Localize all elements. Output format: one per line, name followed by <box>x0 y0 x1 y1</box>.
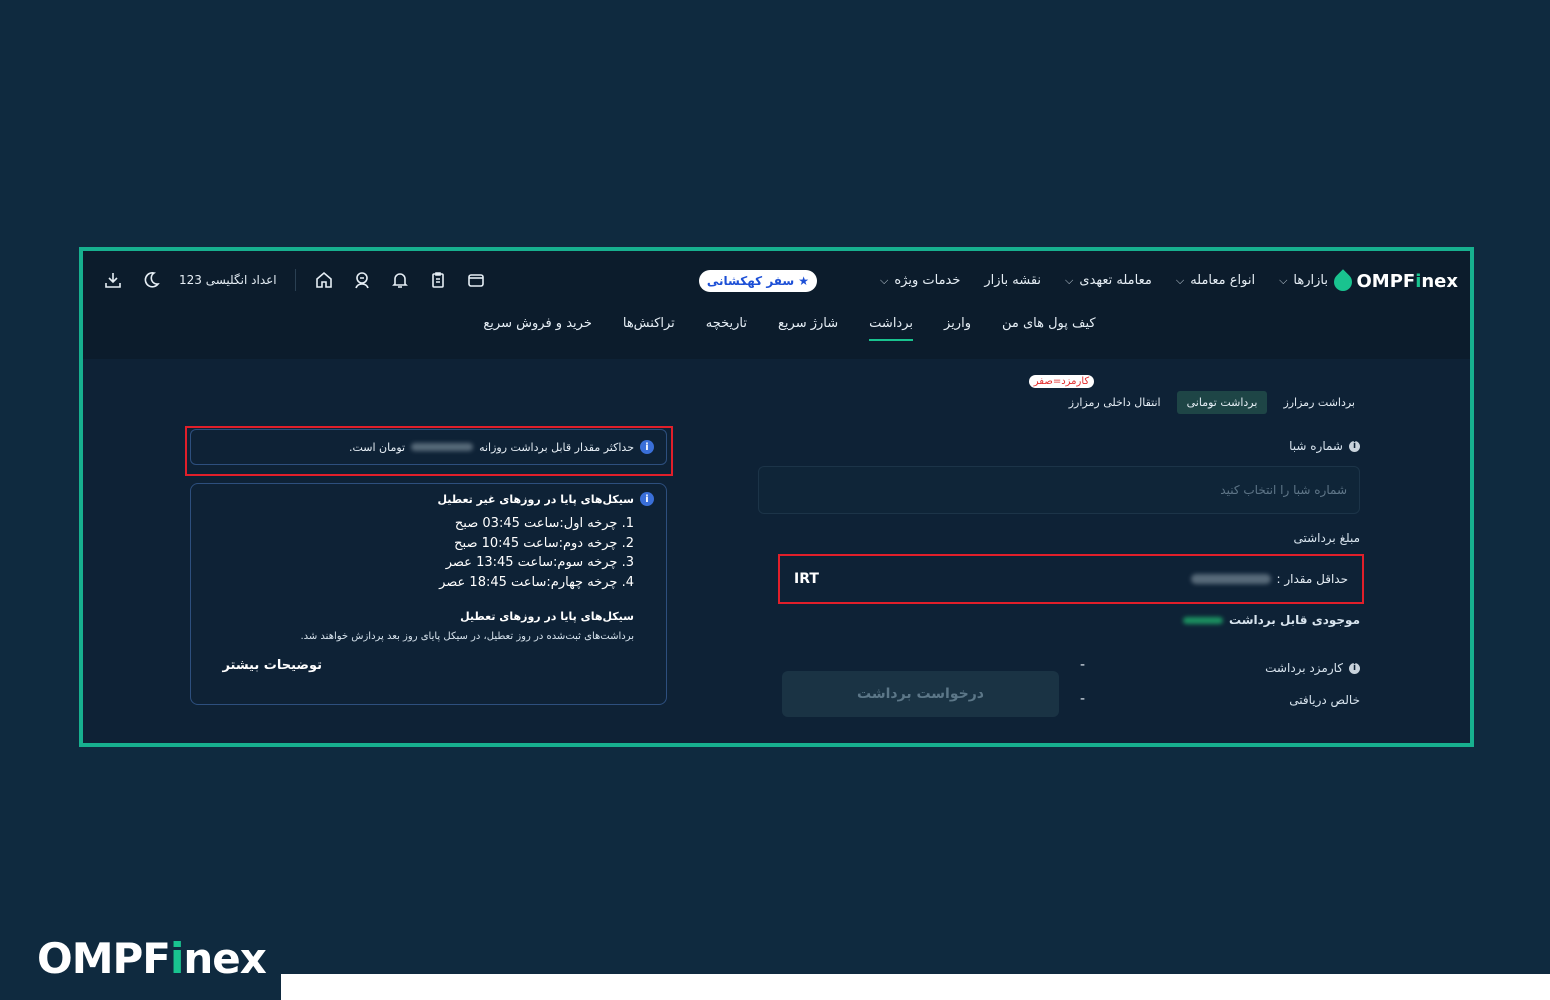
redacted-value <box>1190 574 1271 584</box>
chevron-down-icon: ⌵ <box>1279 273 1288 287</box>
info-icon: i <box>640 492 654 506</box>
redacted-limit <box>411 443 474 451</box>
chevron-down-icon: ⌵ <box>1175 273 1185 287</box>
tab-quick-charge[interactable]: شارژ سریع <box>778 316 838 341</box>
sheba-label: i شماره شبا <box>1289 439 1360 453</box>
tab-toman-withdraw[interactable]: برداشت تومانی <box>1176 391 1268 414</box>
amount-input[interactable]: حداقل مقدار : IRT <box>778 554 1364 604</box>
list-item: 3. چرخه سوم:ساعت 13:45 عصر <box>445 555 634 570</box>
cycle-list: 1. چرخه اول:ساعت 03:45 صبح 2. چرخه دوم:س… <box>211 514 634 592</box>
min-amount-label: حداقل مقدار : <box>1276 572 1348 586</box>
net-label: خالص دریافتی <box>1289 693 1360 707</box>
tab-internal-transfer[interactable]: انتقال داخلی رمزارز کارمزد=صفر <box>1028 375 1171 414</box>
fee-zero-badge: کارمزد=صفر <box>1028 375 1095 388</box>
balance-row: موجودی قابل برداشت <box>1183 613 1360 627</box>
holiday-description: برداشت‌های ثبت‌شده در روز تعطیل، در سیکل… <box>300 631 634 642</box>
star-icon: ★ <box>798 274 809 288</box>
wallet-icon[interactable] <box>466 270 486 290</box>
brand-watermark: OMPFinex <box>37 934 267 983</box>
tab-quick-trade[interactable]: خرید و فروش سریع <box>483 316 591 341</box>
footer-bar <box>281 974 1550 1000</box>
tab-my-wallets[interactable]: کیف پول های من <box>1002 316 1096 341</box>
sheba-select[interactable]: شماره شبا را انتخاب کنید <box>758 466 1360 514</box>
withdraw-type-tabs: برداشت رمزارز برداشت تومانی انتقال داخلی… <box>1028 375 1365 414</box>
currency-label: IRT <box>794 571 819 587</box>
app-window: OMPFinex بازارها ⌵ انواع معامله ⌵ معامله ت… <box>79 247 1474 747</box>
tab-deposit[interactable]: واریز <box>944 316 971 341</box>
list-item: 2. چرخه دوم:ساعت 10:45 صبح <box>454 535 634 551</box>
english-digits-toggle[interactable]: اعداد انگلیسی 123 <box>179 273 277 287</box>
daily-limit-notice: i حداکثر مقدار قابل برداشت روزانه تومان … <box>190 429 667 465</box>
logo-icon <box>1330 268 1357 295</box>
nav-margin[interactable]: معامله تعهدی ⌵ <box>1065 273 1152 288</box>
list-item: 1. چرخه اول:ساعت 03:45 صبح <box>454 516 634 531</box>
bell-icon[interactable] <box>390 270 410 290</box>
nav-markets[interactable]: بازارها ⌵ <box>1279 273 1328 288</box>
info-icon: i <box>1349 440 1360 452</box>
chevron-down-icon: ⌵ <box>880 273 889 287</box>
moon-icon[interactable] <box>141 270 161 290</box>
divider <box>294 269 296 291</box>
amount-label: مبلغ برداشتی <box>1293 531 1360 545</box>
nav-special-services[interactable]: خدمات ویژه ⌵ <box>880 273 960 288</box>
nav-trade-types[interactable]: انواع معامله ⌵ <box>1176 273 1255 288</box>
paya-cycles-panel: i سیکل‌های پایا در روزهای غیر تعطیل 1. چ… <box>190 483 667 705</box>
tab-crypto-withdraw[interactable]: برداشت رمزارز <box>1273 391 1365 414</box>
redacted-balance <box>1183 616 1224 624</box>
sub-nav: کیف پول های من واریز برداشت شارژ سریع تا… <box>83 316 1470 358</box>
clipboard-icon[interactable] <box>428 270 448 290</box>
info-icon: i <box>640 440 654 454</box>
tab-history[interactable]: تاریخچه <box>706 316 747 341</box>
support-icon[interactable] <box>352 270 372 290</box>
home-icon[interactable] <box>314 270 334 290</box>
header: OMPFinex بازارها ⌵ انواع معامله ⌵ معامله ت… <box>83 251 1470 359</box>
toolbar: اعداد انگلیسی 123 <box>103 269 486 291</box>
list-item: 4. چرخه چهارم:ساعت 18:45 عصر <box>439 574 634 590</box>
logo[interactable]: OMPFinex <box>1330 268 1458 295</box>
chevron-down-icon: ⌵ <box>1065 273 1074 287</box>
promo-button[interactable]: ★ سفر کهکشانی <box>698 270 817 292</box>
fee-label: i کارمزد برداشت <box>1265 661 1360 675</box>
download-icon[interactable] <box>103 270 123 290</box>
tab-transactions[interactable]: تراکنش‌ها <box>623 316 675 341</box>
more-info-link[interactable]: توضیحات بیشتر <box>211 658 322 673</box>
info-icon: i <box>1349 662 1360 674</box>
nav-market-map[interactable]: نقشه بازار <box>984 273 1041 288</box>
fee-value: - <box>1080 657 1086 673</box>
withdraw-submit-button[interactable]: درخواست برداشت <box>782 671 1059 717</box>
holiday-title: سیکل‌های پایا در روزهای تعطیل <box>460 610 634 623</box>
main-nav: بازارها ⌵ انواع معامله ⌵ معامله تعهدی ⌵ نقش… <box>880 273 1328 288</box>
net-value: - <box>1080 691 1086 707</box>
tab-withdraw[interactable]: برداشت <box>869 316 913 341</box>
